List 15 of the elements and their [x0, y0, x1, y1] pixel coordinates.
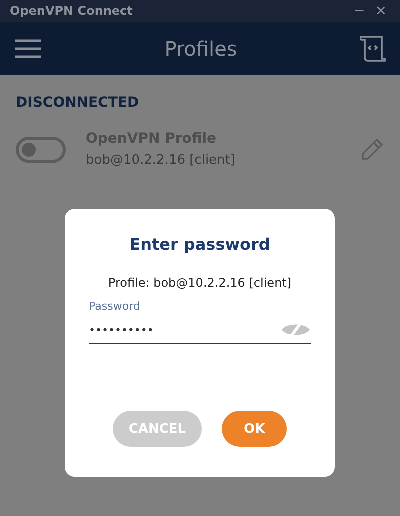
connection-toggle[interactable] — [16, 136, 66, 162]
window-title: OpenVPN Connect — [10, 4, 134, 18]
field-label: Password — [89, 300, 142, 313]
minimize-button[interactable]: − — [348, 3, 370, 19]
connection-status: DISCONNECTED — [16, 95, 140, 111]
edit-button[interactable] — [360, 138, 384, 162]
page-title: Profiles — [164, 36, 238, 60]
ok-button[interactable]: OK — [222, 411, 288, 447]
profile-address: bob@10.2.2.16 [client] — [86, 153, 236, 168]
import-button[interactable] — [360, 34, 386, 62]
profile-label: Profile: bob@10.2.2.16 [client] — [108, 276, 292, 290]
close-button[interactable]: × — [370, 3, 392, 19]
password-field[interactable]: •••••••••• — [89, 324, 281, 336]
menu-button[interactable] — [14, 38, 42, 58]
dialog-title: Enter password — [130, 235, 270, 254]
